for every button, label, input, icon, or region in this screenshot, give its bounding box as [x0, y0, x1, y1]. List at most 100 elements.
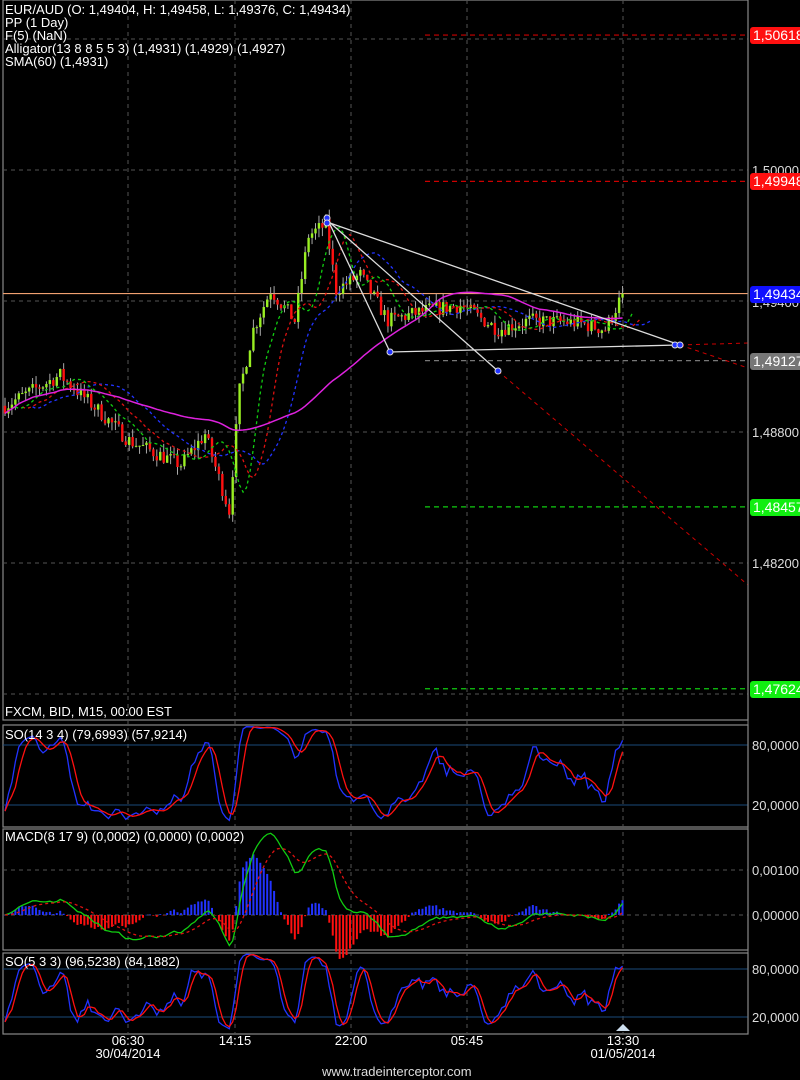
candle-body — [369, 279, 372, 294]
macd-line — [4, 832, 624, 947]
candle-body — [214, 456, 217, 467]
macd-histogram-bar — [445, 910, 448, 915]
candle-body — [255, 327, 259, 329]
price-chart[interactable] — [0, 0, 800, 1080]
candle-body — [266, 299, 269, 307]
trendline-extension — [679, 344, 749, 369]
macd-histogram-bar — [366, 915, 369, 930]
macd-histogram-bar — [138, 915, 141, 921]
candle-body — [504, 329, 507, 335]
y-tick: 1,48200 — [752, 556, 799, 571]
macd-histogram-bar — [159, 914, 162, 915]
candle-body — [604, 330, 607, 332]
sma-indicator-label: SMA(60) (1,4931) — [5, 54, 109, 69]
candle-body — [207, 434, 210, 439]
candle-body — [117, 421, 121, 425]
macd-histogram-bar — [328, 915, 331, 923]
candle-body — [300, 279, 303, 293]
candle-body — [41, 387, 45, 389]
macd-histogram-bar — [404, 915, 407, 921]
macd-histogram-bar — [531, 905, 534, 915]
candle-body — [217, 466, 221, 474]
macd-histogram-bar — [452, 910, 455, 915]
macd-histogram-bar — [83, 915, 86, 926]
macd-histogram-bar — [280, 912, 282, 915]
macd-histogram-bar — [300, 915, 303, 928]
macd-histogram-bar — [304, 915, 307, 917]
candle-body — [252, 327, 255, 351]
candle-body — [317, 223, 321, 229]
trendline-handle — [323, 219, 331, 227]
macd-histogram-bar — [193, 904, 196, 915]
candle-body — [331, 248, 334, 265]
macd-histogram-bar — [462, 912, 465, 915]
macd-histogram-bar — [483, 915, 486, 921]
candle-body — [24, 391, 27, 394]
candle-body — [114, 421, 117, 423]
macd-histogram-bar — [121, 915, 124, 927]
candle-body — [128, 437, 131, 445]
candle-body — [159, 451, 162, 461]
price-tag: 1,49434 — [750, 285, 800, 303]
price-tag: 1,47624 — [750, 680, 800, 698]
candle-body — [286, 304, 290, 306]
candle-body — [110, 418, 114, 423]
macd-histogram-bar — [493, 915, 496, 924]
candle-body — [386, 310, 390, 327]
macd-histogram-bar — [476, 914, 479, 916]
macd-histogram-bar — [214, 915, 217, 916]
candle-body — [186, 454, 190, 456]
candle-body — [100, 404, 103, 421]
candle-body — [597, 329, 600, 334]
macd-histogram-bar — [221, 915, 224, 931]
trendline-handle — [676, 341, 684, 349]
macd-histogram-bar — [442, 908, 445, 915]
candle-body — [259, 317, 262, 328]
candle-body — [172, 454, 176, 456]
macd-histogram-bar — [45, 912, 48, 915]
candle-body — [593, 320, 597, 330]
candle-body — [224, 496, 227, 505]
candle-body — [103, 420, 107, 424]
candle-body — [245, 367, 248, 374]
price-tag: 1,49127 — [750, 352, 800, 370]
trendline-handle — [494, 367, 502, 375]
macd-histogram-bar — [169, 910, 172, 915]
candle-body — [17, 393, 20, 400]
candle-body — [93, 407, 96, 410]
candle-body — [65, 380, 69, 382]
macd-histogram-bar — [514, 914, 517, 915]
macd-histogram-bar — [528, 906, 531, 915]
macd-histogram-bar — [186, 907, 189, 915]
macd-histogram-bar — [59, 910, 62, 915]
candle-body — [134, 445, 138, 447]
candle-body — [152, 449, 155, 457]
candle-body — [338, 293, 341, 295]
macd-histogram-bar — [35, 907, 38, 915]
x-tick-time: 05:45 — [450, 1033, 484, 1048]
macd-histogram-bar — [424, 906, 427, 915]
macd-histogram-bar — [269, 880, 272, 915]
macd-histogram-bar — [500, 915, 503, 922]
macd-histogram-bar — [331, 915, 334, 936]
macd-histogram-bar — [145, 914, 148, 916]
candle-body — [576, 316, 579, 327]
candle-body — [476, 309, 479, 313]
macd-histogram-bar — [518, 912, 521, 915]
macd-histogram-bar — [62, 913, 65, 915]
macd-histogram-bar — [317, 903, 320, 915]
candle-body — [148, 442, 152, 450]
candle-body — [448, 305, 452, 312]
candle-body — [379, 296, 383, 316]
trendline — [389, 344, 679, 353]
macd-histogram-bar — [352, 915, 355, 945]
candle-body — [586, 323, 590, 332]
macd-histogram-bar — [207, 900, 210, 915]
candle-body — [310, 233, 314, 238]
trendline-extension — [679, 342, 749, 346]
candle-body — [517, 326, 521, 329]
candle-body — [600, 330, 604, 334]
macd-histogram-bar — [466, 912, 469, 915]
candle-body — [228, 504, 231, 515]
candle-body — [45, 383, 48, 388]
